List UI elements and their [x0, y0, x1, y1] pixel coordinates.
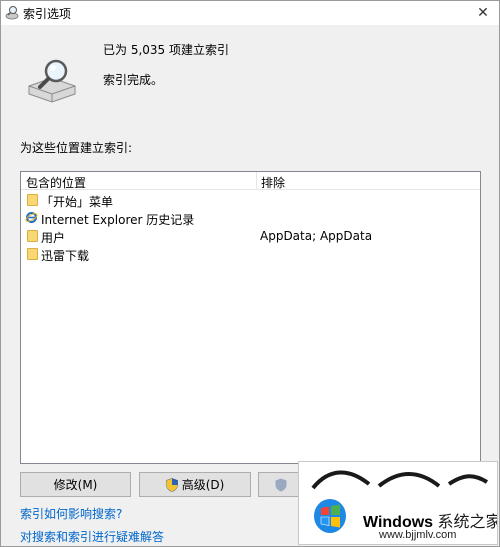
site-watermark: Windows 系统之家 www.bjjmlv.com: [298, 461, 498, 545]
modify-button[interactable]: 修改(M): [20, 472, 131, 497]
folder-icon: [27, 194, 38, 206]
magnifier-drive-icon: [5, 6, 19, 20]
modify-button-label: 修改(M): [53, 478, 98, 492]
watermark-banner-graphic: [311, 470, 489, 490]
close-button[interactable]: ✕: [467, 1, 499, 25]
column-header-included[interactable]: 包含的位置: [21, 172, 257, 190]
location-name: 「开始」菜单: [41, 195, 114, 209]
indexed-count-text: 已为 5,035 项建立索引: [103, 43, 229, 57]
uac-shield-icon: [165, 477, 178, 492]
index-locations-list[interactable]: 包含的位置 排除 「开始」菜单 Internet Explorer 历史记录 用…: [20, 171, 481, 464]
location-name: 用户: [41, 231, 66, 245]
pause-button[interactable]: [258, 472, 303, 497]
location-name: 迅雷下载: [41, 249, 90, 263]
troubleshoot-search-link[interactable]: 对搜索和索引进行疑难解答: [20, 528, 164, 545]
folder-icon: [27, 230, 38, 242]
watermark-url: www.bjjmlv.com: [379, 529, 457, 541]
uac-shield-icon: [275, 478, 287, 491]
window-title: 索引选项: [23, 7, 72, 21]
close-icon: ✕: [477, 5, 489, 21]
folder-icon: [27, 248, 38, 260]
index-status-text: 索引完成。: [103, 73, 164, 87]
location-exclude: AppData; AppData: [260, 229, 373, 243]
list-item[interactable]: 迅雷下载: [21, 245, 480, 263]
locations-label: 为这些位置建立索引:: [20, 141, 133, 155]
list-item[interactable]: 用户 AppData; AppData: [21, 227, 480, 245]
location-name: Internet Explorer 历史记录: [41, 213, 195, 227]
list-item[interactable]: Internet Explorer 历史记录: [21, 209, 480, 227]
windows-logo-icon: [314, 499, 346, 533]
how-indexing-affects-search-link[interactable]: 索引如何影响搜索?: [20, 505, 122, 522]
list-header: 包含的位置 排除: [21, 172, 480, 190]
advanced-button-label: 高级(D): [181, 478, 225, 492]
column-header-exclude[interactable]: 排除: [257, 172, 285, 190]
indexing-drive-icon: [28, 59, 76, 103]
title-bar: 索引选项 ✕: [1, 1, 499, 25]
list-item[interactable]: 「开始」菜单: [21, 191, 480, 209]
internet-explorer-icon: [25, 212, 38, 223]
advanced-button[interactable]: 高级(D): [139, 472, 251, 497]
